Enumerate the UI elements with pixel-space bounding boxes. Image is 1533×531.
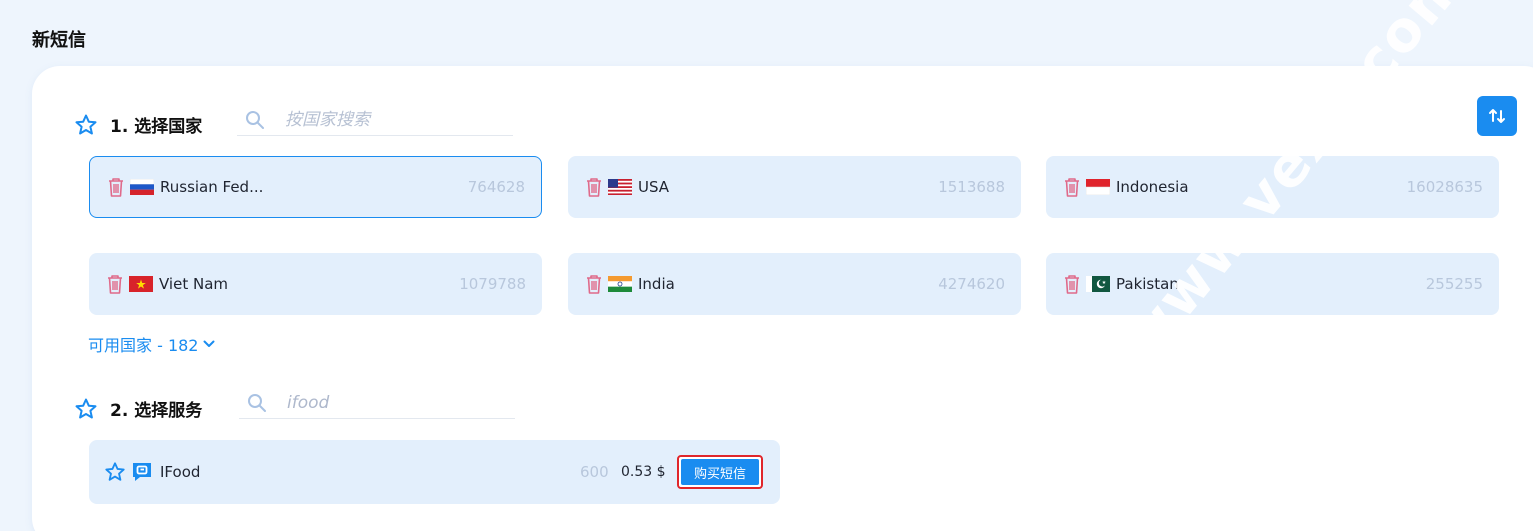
country-item-vietnam[interactable]: Viet Nam 1079788: [89, 253, 542, 315]
section-country-header: 1. 选择国家: [74, 112, 202, 137]
country-name: Russian Fed...: [160, 178, 264, 196]
trash-icon[interactable]: [1062, 273, 1082, 295]
available-countries-label: 可用国家 - 182: [88, 336, 199, 355]
sms-service-icon: [133, 463, 151, 481]
country-count: 255255: [1425, 275, 1483, 293]
country-name: USA: [638, 178, 670, 196]
buy-sms-button[interactable]: 购买短信: [677, 455, 763, 489]
sort-button[interactable]: [1477, 96, 1517, 136]
country-item-russia[interactable]: Russian Fed... 764628: [89, 156, 542, 218]
section-country-title: 1. 选择国家: [110, 117, 203, 137]
russia-flag-icon: [130, 179, 154, 195]
service-price: 0.53 $: [621, 464, 666, 480]
country-search: [237, 104, 513, 136]
service-search-input[interactable]: [287, 392, 487, 413]
star-icon[interactable]: [74, 397, 98, 421]
service-item-ifood[interactable]: IFood 600 0.53 $ 购买短信: [89, 440, 780, 504]
country-count: 1079788: [459, 275, 526, 293]
star-icon[interactable]: [74, 113, 98, 137]
country-name: Viet Nam: [159, 275, 229, 293]
country-count: 4274620: [938, 275, 1005, 293]
trash-icon[interactable]: [105, 273, 125, 295]
vietnam-flag-icon: [129, 276, 153, 292]
country-item-pakistan[interactable]: Pakistan 255255: [1046, 253, 1499, 315]
search-icon: [248, 393, 266, 412]
star-icon[interactable]: [104, 461, 126, 483]
sort-arrows-icon: [1489, 109, 1505, 123]
country-item-india[interactable]: India 4274620: [568, 253, 1021, 315]
pakistan-flag-icon: [1086, 276, 1110, 292]
service-search: [239, 387, 515, 419]
country-count: 1513688: [938, 178, 1005, 196]
available-countries-toggle[interactable]: 可用国家 - 182: [88, 332, 215, 356]
country-name: India: [638, 275, 675, 293]
page-title: 新短信: [32, 30, 86, 51]
service-count: 600: [580, 463, 609, 481]
country-item-usa[interactable]: USA 1513688: [568, 156, 1021, 218]
country-item-indonesia[interactable]: Indonesia 16028635: [1046, 156, 1499, 218]
country-count: 16028635: [1406, 178, 1483, 196]
trash-icon[interactable]: [584, 273, 604, 295]
india-flag-icon: [608, 276, 632, 292]
trash-icon[interactable]: [1062, 176, 1082, 198]
country-search-input[interactable]: [285, 109, 485, 130]
section-service-header: 2. 选择服务: [74, 396, 202, 421]
country-count: 764628: [467, 178, 525, 196]
service-name: IFood: [160, 463, 201, 481]
country-name: Indonesia: [1116, 178, 1189, 196]
section-service-title: 2. 选择服务: [110, 401, 203, 421]
country-name: Pakistan: [1116, 275, 1179, 293]
indonesia-flag-icon: [1086, 179, 1110, 195]
trash-icon[interactable]: [584, 176, 604, 198]
search-icon: [246, 110, 264, 129]
trash-icon[interactable]: [106, 176, 126, 198]
usa-flag-icon: [608, 179, 632, 195]
buy-sms-label: 购买短信: [681, 459, 759, 485]
chevron-down-icon: [203, 340, 214, 347]
